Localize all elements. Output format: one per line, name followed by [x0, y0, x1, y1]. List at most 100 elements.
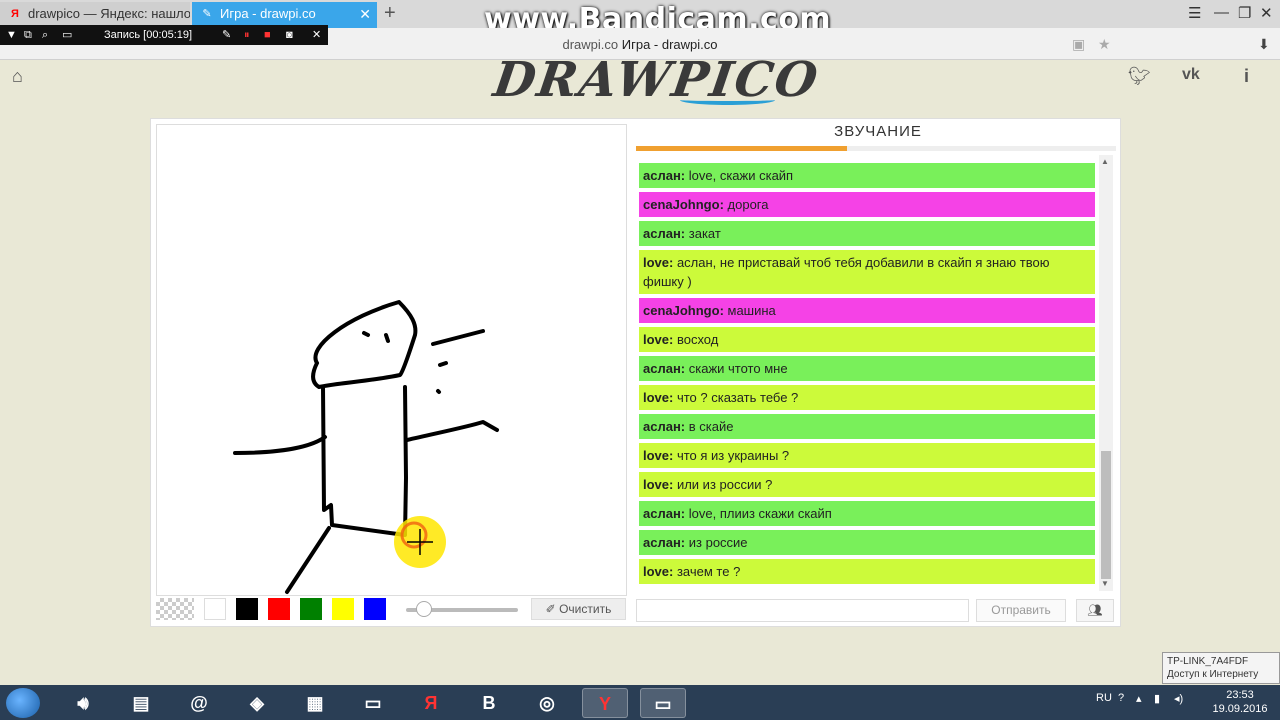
recording-time: Запись [00:05:19] — [104, 29, 193, 41]
chat-message: love: восход — [639, 327, 1095, 352]
brush-size-slider-knob[interactable] — [416, 601, 432, 617]
chat-message: love: аслан, не приставай чтоб тебя доба… — [639, 250, 1095, 294]
scroll-down-icon[interactable]: ▼ — [1101, 579, 1109, 588]
chat-text: восход — [673, 332, 719, 347]
window-icon[interactable]: ⧉ — [24, 25, 32, 45]
brush-size-picker[interactable] — [156, 598, 194, 620]
scrollbar-thumb[interactable] — [1101, 451, 1111, 579]
logo-swoosh — [680, 95, 775, 105]
home-icon[interactable]: ⌂ — [12, 66, 23, 87]
wifi-network-name: TP-LINK_7A4FDF — [1167, 656, 1249, 667]
tab-title: drawpico — Яндекс: нашло — [28, 6, 190, 21]
chat-username: аслан: — [643, 506, 686, 521]
chat-message: love: зачем те ? — [639, 559, 1095, 584]
drawing-stroke — [384, 333, 390, 343]
vk-app-icon[interactable]: B — [466, 688, 512, 718]
menu-icon[interactable]: ☰ — [1188, 4, 1201, 22]
tray-arrow-icon[interactable]: ▴ — [1136, 692, 1142, 705]
chat-username: love: — [643, 448, 674, 463]
color-swatch[interactable] — [268, 598, 290, 620]
chat-text: или из россии ? — [673, 477, 773, 492]
chat-username: love: — [643, 255, 674, 270]
color-swatch[interactable] — [204, 598, 226, 620]
color-swatch[interactable] — [332, 598, 354, 620]
screen-icon[interactable]: ▭ — [62, 25, 72, 45]
new-tab-button[interactable]: + — [384, 2, 396, 25]
pencil-icon[interactable]: ✎ — [222, 25, 231, 45]
help-tray-icon[interactable]: ? — [1118, 692, 1124, 704]
chat-text: из россие — [685, 535, 748, 550]
drawing-canvas[interactable] — [156, 124, 627, 596]
info-icon[interactable]: i — [1244, 66, 1249, 87]
color-swatch[interactable] — [300, 598, 322, 620]
document-icon[interactable]: ▭ — [350, 688, 396, 718]
drawing-stroke — [436, 389, 441, 394]
clock-date: 19.09.2016 — [1212, 703, 1268, 715]
color-swatch[interactable] — [364, 598, 386, 620]
chat-message: cenaJohngo: машина — [639, 298, 1095, 323]
chat-message: аслан: из россие — [639, 530, 1095, 555]
dropdown-arrow-icon[interactable]: ▼ — [6, 25, 17, 45]
winrar-icon[interactable]: ▦ — [292, 688, 338, 718]
system-clock[interactable]: 23:53 19.09.2016 — [1204, 688, 1276, 716]
chat-username: аслан: — [643, 361, 686, 376]
close-tab-icon[interactable]: ✕ — [359, 2, 371, 26]
chat-message: аслан: love, плииз скажи скайп — [639, 501, 1095, 526]
bandicam-window-icon[interactable]: ▭ — [640, 688, 686, 718]
file-explorer-icon[interactable]: ▤ — [118, 688, 164, 718]
chat-username: love: — [643, 564, 674, 579]
chat-scrollbar[interactable]: ▲ ▼ — [1099, 155, 1113, 591]
chat-username: cenaJohngo: — [643, 197, 724, 212]
chat-panel: ЗВУЧАНИЕ аслан: love, скажи скайп cenaJoh… — [636, 119, 1120, 626]
camera-icon[interactable]: ◙ — [286, 25, 293, 45]
chrome-icon[interactable]: ◎ — [524, 688, 570, 718]
drawing-stroke — [233, 435, 327, 455]
close-window-icon[interactable]: ✕ — [1260, 4, 1273, 22]
stop-icon[interactable]: ■ — [264, 25, 271, 45]
network-tray-icon[interactable]: ▮ — [1154, 692, 1160, 705]
start-button[interactable] — [6, 688, 40, 718]
chat-username: love: — [643, 390, 674, 405]
game-container: ✐ Очистить ЗВУЧАНИЕ аслан: love, скажи с… — [150, 118, 1121, 627]
volume-tray-icon[interactable]: ◂) — [1174, 692, 1183, 705]
tab-title: Игра - drawpi.co — [220, 6, 316, 21]
color-swatch[interactable] — [236, 598, 258, 620]
yandex-app-icon[interactable]: Я — [408, 688, 454, 718]
scroll-up-icon[interactable]: ▲ — [1101, 157, 1109, 166]
clear-canvas-button[interactable]: ✐ Очистить — [531, 598, 626, 620]
send-button[interactable]: Отправить — [976, 599, 1066, 622]
close-recorder-icon[interactable]: ✕ — [312, 25, 321, 45]
protect-icon[interactable]: ▣ — [1072, 36, 1085, 53]
restore-icon[interactable]: ❐ — [1238, 4, 1251, 22]
drawing-stroke — [362, 331, 370, 337]
download-icon[interactable]: ⬇ — [1258, 36, 1270, 53]
drawing-stroke — [285, 526, 331, 594]
pause-icon[interactable]: ⏸ — [244, 25, 250, 45]
chat-text: закат — [685, 226, 721, 241]
yandex-browser-icon[interactable]: Y — [582, 688, 628, 718]
chat-text: скажи чтото мне — [685, 361, 788, 376]
volume-app-icon[interactable]: 🔊︎ — [60, 688, 106, 718]
twitter-icon[interactable]: 🐦︎ — [1128, 66, 1151, 87]
wifi-tooltip: TP-LINK_7A4FDF Доступ к Интернету — [1162, 652, 1280, 684]
chat-message: аслан: скажи чтото мне — [639, 356, 1095, 381]
bookmark-star-icon[interactable]: ★ — [1098, 36, 1111, 53]
shield-app-icon[interactable]: ◈ — [234, 688, 280, 718]
chat-input[interactable] — [636, 599, 969, 622]
chat-text: что я из украины ? — [673, 448, 790, 463]
zoom-icon[interactable]: ⌕ — [42, 25, 48, 45]
chat-text: зачем те ? — [673, 564, 741, 579]
minimize-icon[interactable]: — — [1214, 4, 1229, 21]
users-button[interactable]: 👥︎ — [1076, 599, 1114, 622]
round-timer — [636, 146, 1116, 151]
chat-text: в скайе — [685, 419, 734, 434]
round-timer-fill — [636, 146, 848, 151]
drawing-stroke — [438, 361, 448, 367]
chat-message: love: что я из украины ? — [639, 443, 1095, 468]
mail-app-icon[interactable]: @ — [176, 688, 222, 718]
chat-log[interactable]: аслан: love, скажи скайп cenaJohngo: доро… — [639, 155, 1105, 590]
vk-icon[interactable]: vk — [1182, 66, 1200, 84]
drawing-stroke — [321, 385, 408, 537]
language-indicator[interactable]: RU — [1096, 692, 1112, 704]
chat-username: love: — [643, 477, 674, 492]
